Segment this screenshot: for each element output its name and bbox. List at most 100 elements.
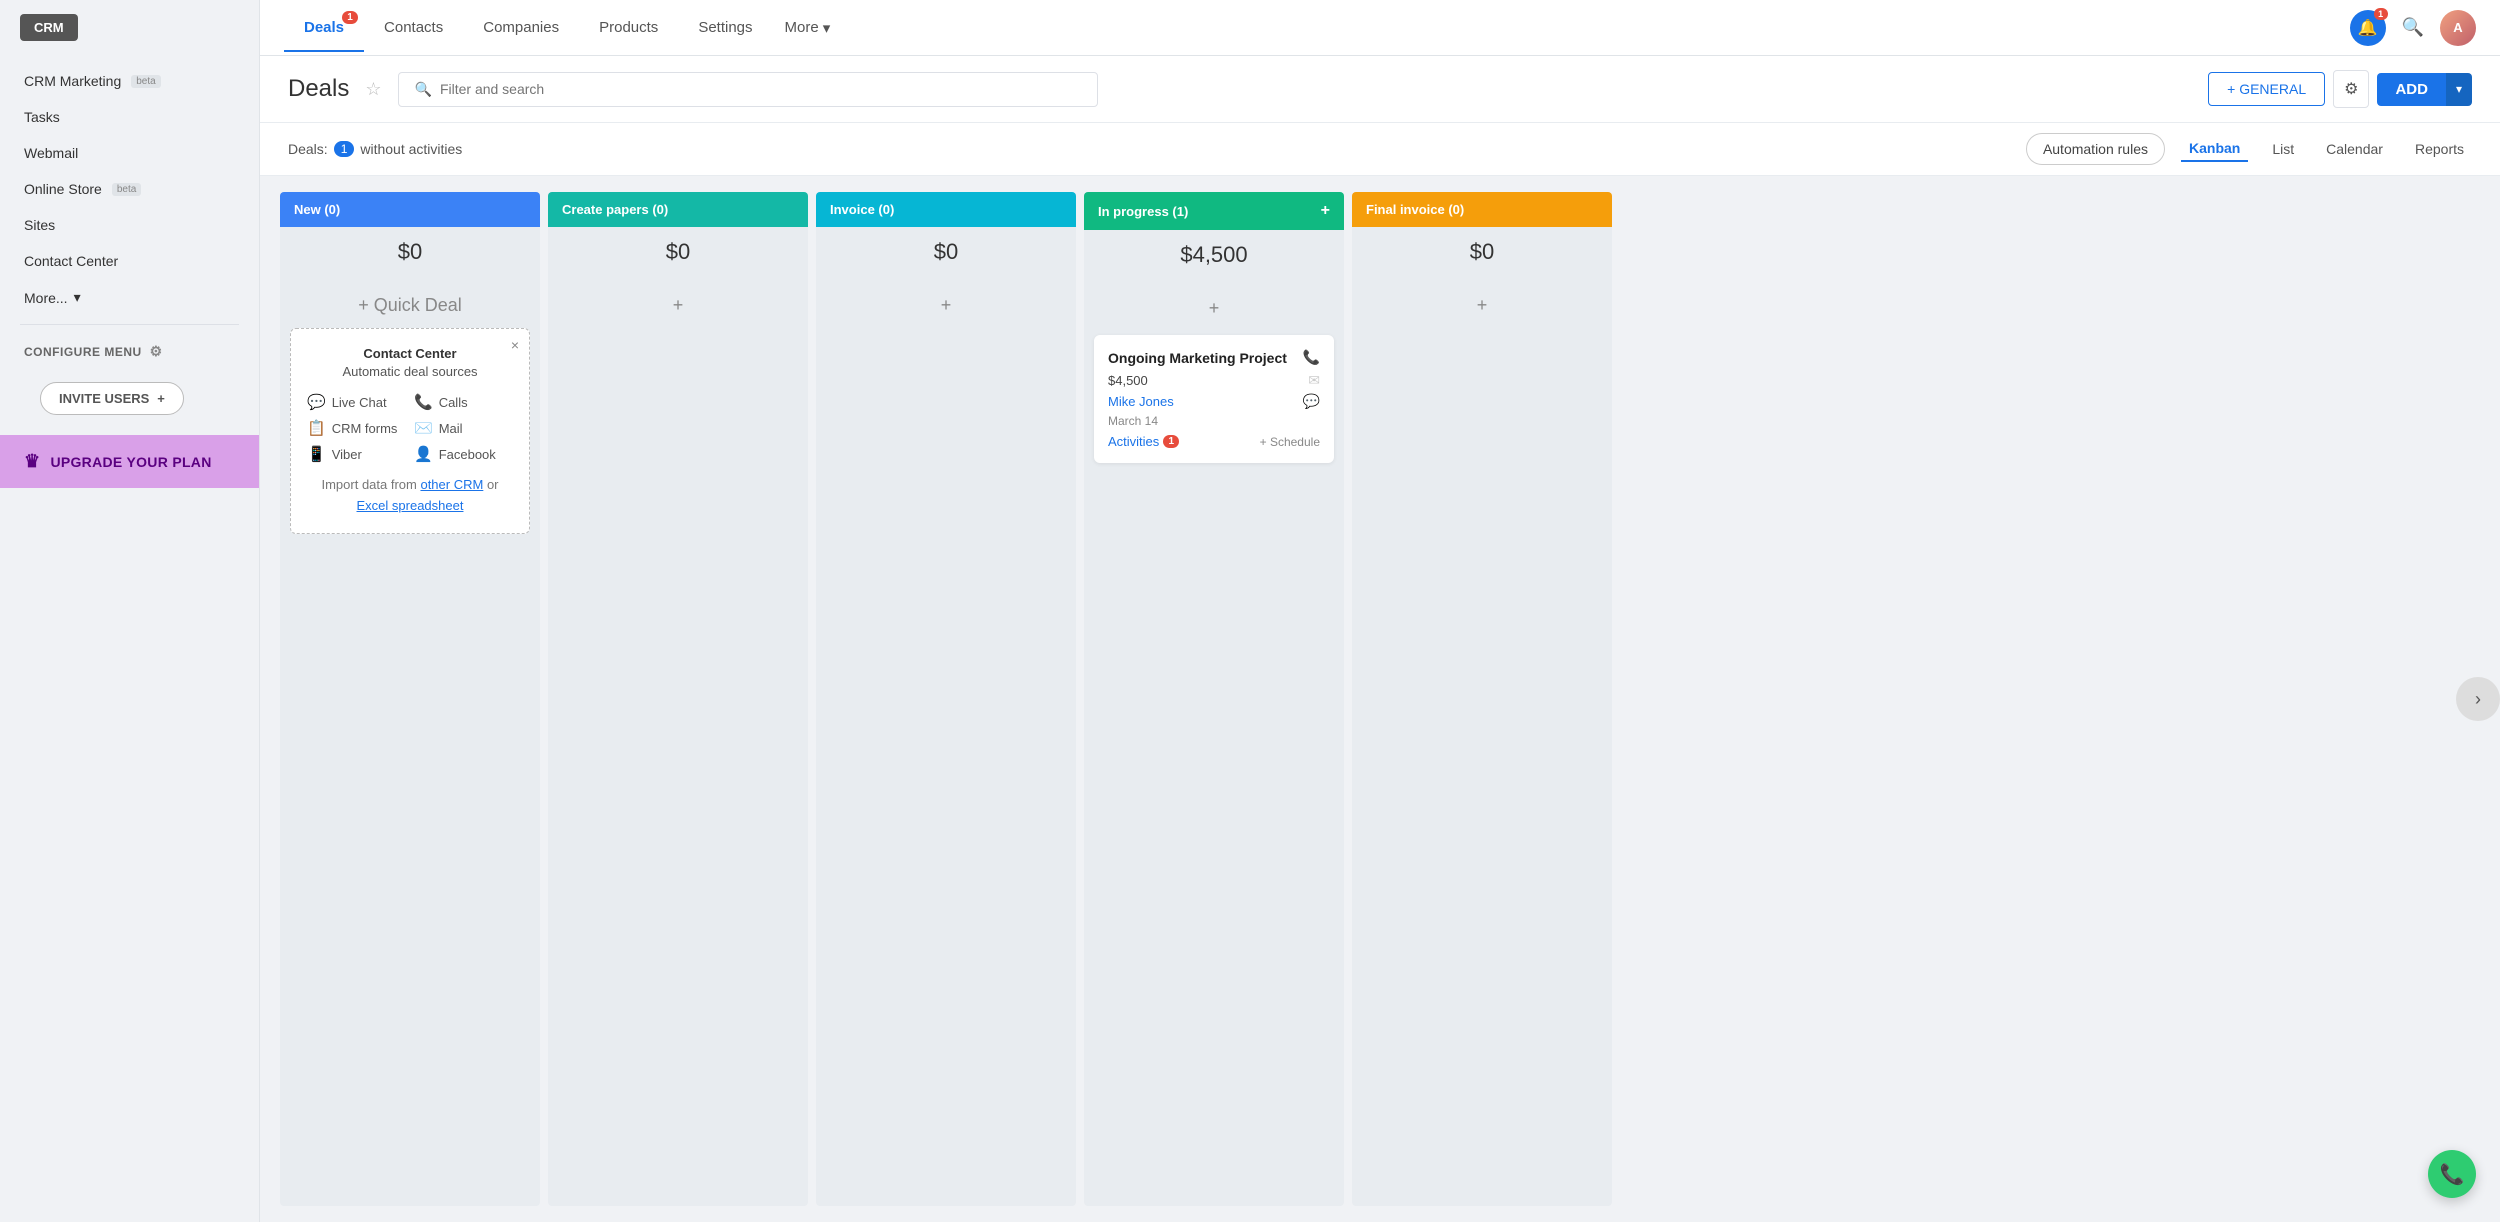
- view-mode-kanban[interactable]: Kanban: [2181, 136, 2248, 162]
- source-item-livechat[interactable]: 💬 Live Chat: [307, 393, 406, 411]
- add-deal-in-progress[interactable]: +: [1094, 290, 1334, 327]
- crm-badge[interactable]: CRM: [20, 14, 78, 41]
- deals-count-area: Deals: 1 without activities: [288, 141, 462, 157]
- email-card-icon[interactable]: ✉: [1308, 372, 1320, 389]
- sidebar-item-crm-marketing[interactable]: CRM Marketing beta: [0, 63, 259, 99]
- notification-bell-button[interactable]: 🔔 1: [2350, 10, 2386, 46]
- general-button[interactable]: + GENERAL: [2208, 72, 2325, 106]
- sidebar-item-sites[interactable]: Sites: [0, 207, 259, 243]
- invite-users-button[interactable]: INVITE USERS +: [40, 382, 184, 415]
- chevron-down-icon: ▾: [823, 19, 831, 37]
- column-add-icon-in-progress[interactable]: +: [1321, 202, 1330, 220]
- popup-close-button[interactable]: ×: [511, 337, 519, 353]
- schedule-link[interactable]: + Schedule: [1260, 435, 1320, 449]
- view-options: Automation rules Kanban List Calendar Re…: [2026, 133, 2472, 165]
- search-input[interactable]: [440, 81, 1081, 97]
- header-actions: + GENERAL ⚙ ADD ▾: [2208, 70, 2472, 108]
- source-label: Mail: [439, 421, 463, 436]
- deal-card-ongoing[interactable]: Ongoing Marketing Project 📞 $4,500 ✉ Mik…: [1094, 335, 1334, 463]
- scroll-right-button[interactable]: ›: [2456, 677, 2500, 721]
- upgrade-plan-button[interactable]: ♛ UPGRADE YOUR PLAN: [0, 435, 259, 488]
- settings-gear-button[interactable]: ⚙: [2333, 70, 2369, 108]
- add-chevron-button[interactable]: ▾: [2446, 73, 2472, 106]
- chevron-down-icon: ▾: [74, 289, 81, 306]
- tab-deals-label: Deals: [304, 19, 344, 36]
- search-bar[interactable]: 🔍: [398, 72, 1098, 107]
- nav-more-button[interactable]: More ▾: [773, 3, 843, 53]
- main-content: Deals 1 Contacts Companies Products Sett…: [260, 0, 2500, 1222]
- tab-products[interactable]: Products: [579, 3, 678, 52]
- other-crm-link[interactable]: other CRM: [420, 477, 483, 492]
- page-title: Deals: [288, 75, 349, 103]
- crown-icon: ♛: [24, 451, 40, 472]
- column-total-create-papers: $0: [548, 227, 808, 277]
- tab-settings[interactable]: Settings: [678, 3, 772, 52]
- nav-right-actions: 🔔 1 🔍 A: [2350, 10, 2476, 46]
- source-item-viber[interactable]: 📱 Viber: [307, 445, 406, 463]
- sidebar-item-contact-center[interactable]: Contact Center: [0, 243, 259, 279]
- deal-card-amount: $4,500: [1108, 373, 1148, 388]
- sidebar-navigation: CRM Marketing beta Tasks Webmail Online …: [0, 55, 259, 1222]
- phone-fab-button[interactable]: 📞: [2428, 1150, 2476, 1198]
- source-item-mail[interactable]: ✉️ Mail: [414, 419, 513, 437]
- sidebar-item-online-store[interactable]: Online Store beta: [0, 171, 259, 207]
- add-deal-final-invoice[interactable]: +: [1362, 287, 1602, 324]
- deal-card-title: Ongoing Marketing Project: [1108, 350, 1287, 366]
- top-navigation: Deals 1 Contacts Companies Products Sett…: [260, 0, 2500, 56]
- source-item-crmforms[interactable]: 📋 CRM forms: [307, 419, 406, 437]
- deals-count-badge: 1: [334, 141, 355, 157]
- deal-card-person[interactable]: Mike Jones: [1108, 394, 1174, 409]
- sidebar-item-webmail[interactable]: Webmail: [0, 135, 259, 171]
- global-search-button[interactable]: 🔍: [2398, 13, 2428, 42]
- sidebar-divider: [20, 324, 239, 325]
- source-label: Viber: [332, 447, 362, 462]
- source-label: Facebook: [439, 447, 496, 462]
- column-header-invoice: Invoice (0): [816, 192, 1076, 227]
- sidebar-item-tasks[interactable]: Tasks: [0, 99, 259, 135]
- view-mode-reports[interactable]: Reports: [2407, 137, 2472, 161]
- sidebar-item-label: Sites: [24, 217, 55, 233]
- quick-deal-row[interactable]: + Quick Deal: [290, 287, 530, 324]
- column-header-create-papers: Create papers (0): [548, 192, 808, 227]
- sidebar-item-more[interactable]: More... ▾: [0, 279, 259, 316]
- crm-marketing-beta-badge: beta: [131, 75, 160, 88]
- column-total-in-progress: $4,500: [1084, 230, 1344, 280]
- contact-center-popup: × Contact Center Automatic deal sources …: [290, 328, 530, 534]
- comment-card-icon[interactable]: 💬: [1303, 393, 1320, 410]
- add-deal-create-papers[interactable]: +: [558, 287, 798, 324]
- view-mode-list[interactable]: List: [2264, 137, 2302, 161]
- kanban-board: New (0) $0 + Quick Deal × Contact Center…: [260, 176, 2500, 1222]
- sidebar-logo-area: CRM: [0, 0, 259, 55]
- add-deal-invoice[interactable]: +: [826, 287, 1066, 324]
- form-icon: 📋: [307, 419, 326, 437]
- configure-menu-label: CONFIGURE MENU: [24, 345, 142, 359]
- add-button[interactable]: ADD: [2377, 73, 2446, 106]
- avatar-initials: A: [2453, 20, 2462, 35]
- tab-companies[interactable]: Companies: [463, 3, 579, 52]
- facebook-icon: 👤: [414, 445, 433, 463]
- activities-link[interactable]: Activities 1: [1108, 434, 1179, 449]
- source-item-facebook[interactable]: 👤 Facebook: [414, 445, 513, 463]
- source-label: Live Chat: [332, 395, 387, 410]
- configure-menu-row[interactable]: CONFIGURE MENU ⚙: [0, 333, 259, 370]
- tab-deals[interactable]: Deals 1: [284, 3, 364, 52]
- user-avatar[interactable]: A: [2440, 10, 2476, 46]
- tab-companies-label: Companies: [483, 19, 559, 36]
- view-mode-calendar[interactable]: Calendar: [2318, 137, 2391, 161]
- invite-users-area: INVITE USERS +: [0, 370, 259, 427]
- source-item-calls[interactable]: 📞 Calls: [414, 393, 513, 411]
- favorite-star-icon[interactable]: ☆: [365, 79, 381, 100]
- tab-contacts[interactable]: Contacts: [364, 3, 463, 52]
- source-label: Calls: [439, 395, 468, 410]
- viber-icon: 📱: [307, 445, 326, 463]
- column-title-new: New (0): [294, 202, 340, 217]
- deal-card-title-row: Ongoing Marketing Project 📞: [1108, 349, 1320, 366]
- excel-spreadsheet-link[interactable]: Excel spreadsheet: [357, 498, 464, 513]
- column-header-new: New (0): [280, 192, 540, 227]
- notification-badge: 1: [2374, 8, 2388, 20]
- deal-card-amount-row: $4,500 ✉: [1108, 372, 1320, 389]
- phone-card-icon[interactable]: 📞: [1303, 349, 1320, 366]
- automation-rules-button[interactable]: Automation rules: [2026, 133, 2165, 165]
- column-total-final-invoice: $0: [1352, 227, 1612, 277]
- sidebar-item-label: CRM Marketing: [24, 73, 121, 89]
